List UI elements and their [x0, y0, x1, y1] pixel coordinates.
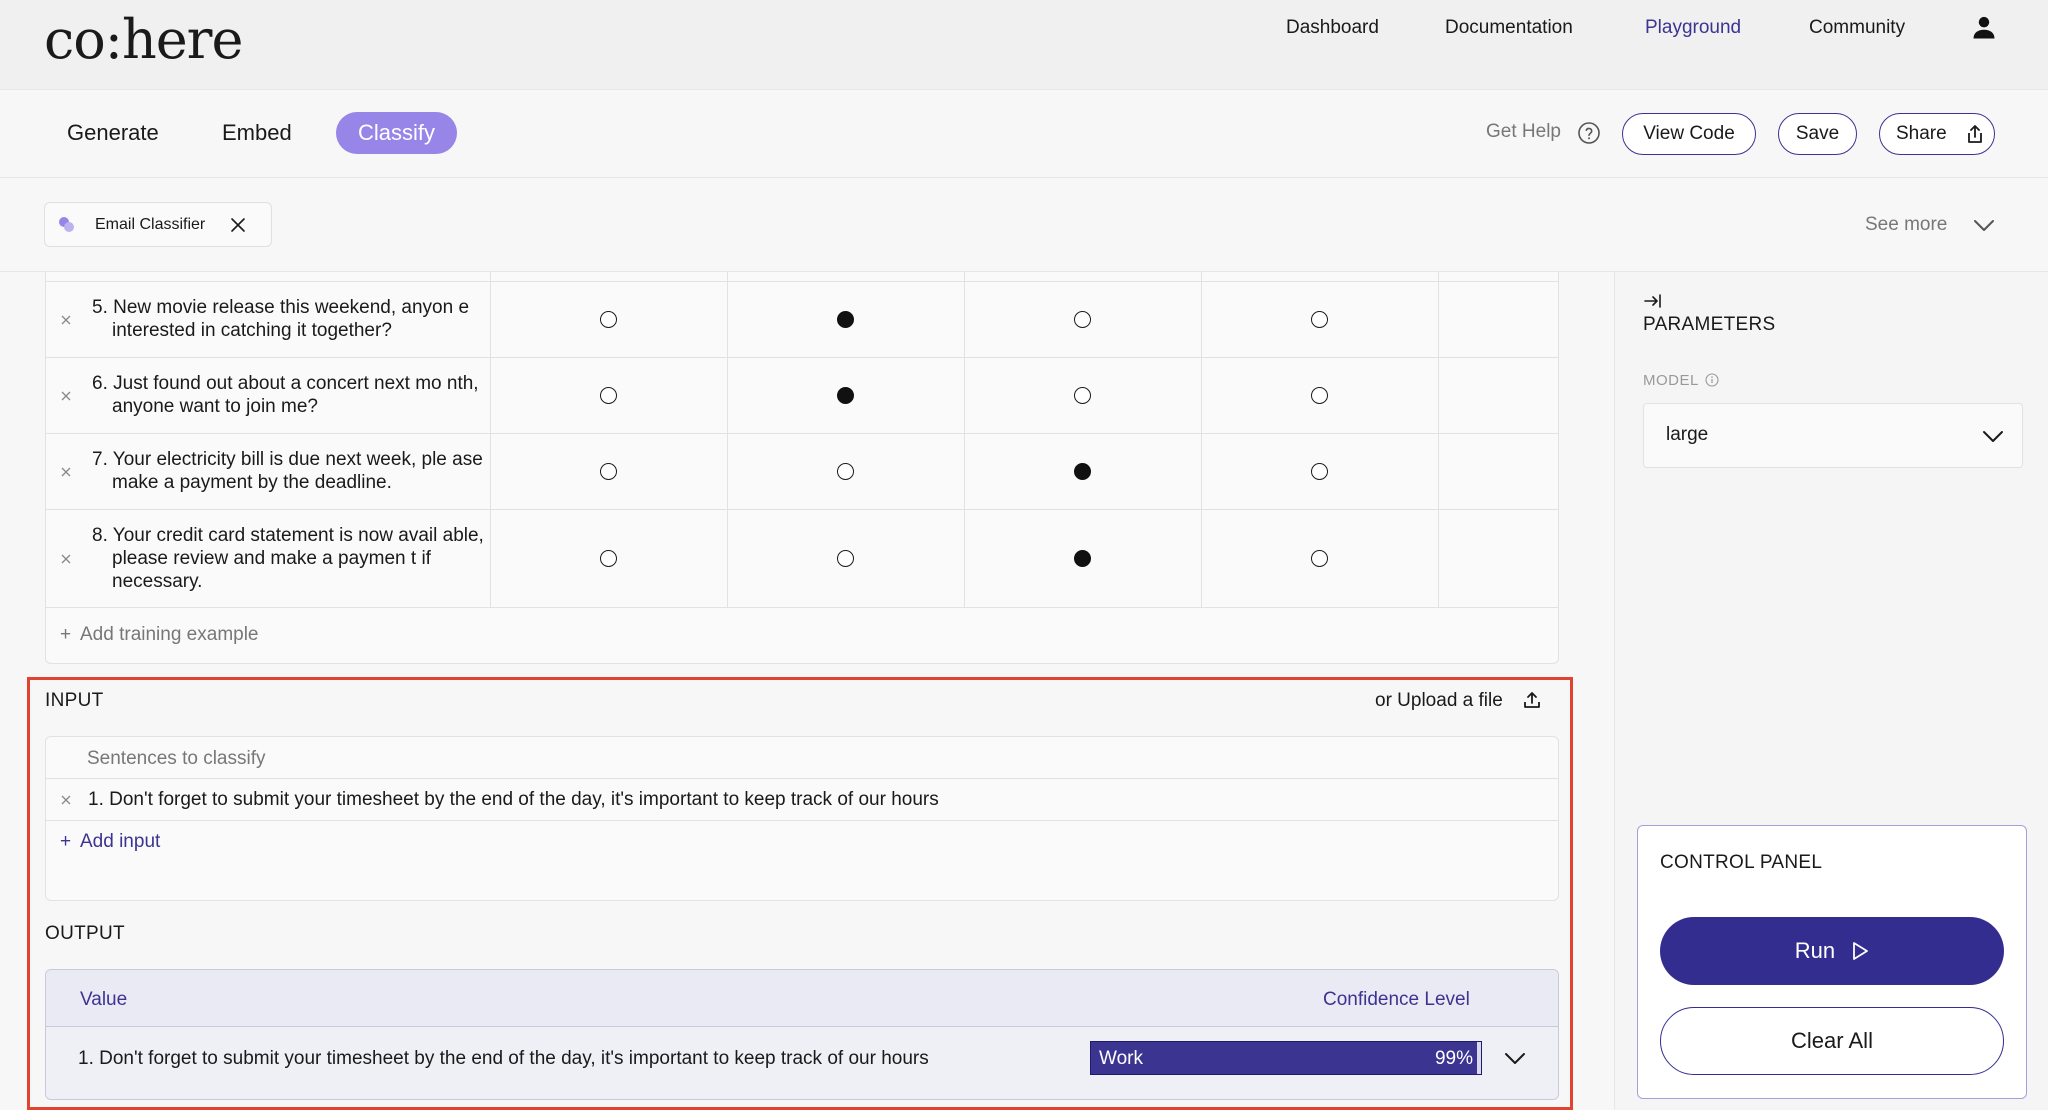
remove-x-icon[interactable]: [60, 390, 72, 402]
remove-x-icon[interactable]: [60, 794, 72, 806]
label-radio[interactable]: [1311, 311, 1328, 328]
view-code-button[interactable]: View Code: [1622, 113, 1756, 155]
chevron-down-icon: [1983, 431, 2003, 442]
add-input-button[interactable]: + Add input: [60, 831, 160, 853]
output-table: Value Confidence Level 1. Don't forget t…: [45, 969, 1559, 1100]
confidence-bar: Work 99%: [1090, 1041, 1482, 1075]
collapse-panel-icon[interactable]: [1643, 292, 1663, 310]
plus-icon: +: [60, 624, 72, 645]
remove-x-icon[interactable]: [60, 466, 72, 478]
chevron-down-icon[interactable]: [1972, 214, 1996, 236]
model-select[interactable]: large: [1643, 403, 2023, 468]
upload-icon[interactable]: [1522, 690, 1542, 710]
example-text[interactable]: 7. Your electricity bill is due next wee…: [88, 448, 488, 494]
user-icon[interactable]: [1970, 14, 1998, 42]
nav-link-dashboard[interactable]: Dashboard: [1286, 17, 1379, 39]
input-sentence[interactable]: 1. Don't forget to submit your timesheet…: [88, 789, 939, 811]
output-value: 1. Don't forget to submit your timesheet…: [78, 1048, 929, 1069]
predicted-label: Work: [1099, 1048, 1143, 1069]
input-section-label: INPUT: [45, 690, 104, 711]
share-button-label: Share: [1896, 123, 1947, 144]
label-radio[interactable]: [1074, 550, 1091, 567]
see-more-link[interactable]: See more: [1865, 214, 1947, 236]
classify-workspace: 5. New movie release this weekend, anyon…: [0, 272, 1614, 1110]
confidence-bar-fill: [1091, 1042, 1478, 1074]
label-radio[interactable]: [1311, 463, 1328, 480]
nav-link-community[interactable]: Community: [1809, 17, 1905, 39]
control-panel: CONTROL PANEL Run Clear All: [1637, 825, 2027, 1099]
info-icon[interactable]: [1705, 373, 1719, 387]
label-radio[interactable]: [837, 311, 854, 328]
label-radio[interactable]: [1074, 387, 1091, 404]
nav-link-documentation[interactable]: Documentation: [1445, 17, 1573, 39]
get-help-link[interactable]: Get Help: [1486, 121, 1561, 143]
label-radio[interactable]: [1074, 463, 1091, 480]
label-radio[interactable]: [600, 311, 617, 328]
output-row: 1. Don't forget to submit your timesheet…: [46, 1027, 1558, 1099]
play-icon: [1853, 942, 1869, 960]
add-training-example-label: Add training example: [80, 624, 259, 645]
preset-name: Email Classifier: [95, 216, 206, 233]
parameters-title: PARAMETERS: [1643, 314, 1776, 335]
input-header: Sentences to classify: [46, 737, 1558, 779]
add-input-label: Add input: [80, 831, 161, 852]
tab-embed[interactable]: Embed: [200, 112, 314, 154]
preset-chip[interactable]: Email Classifier: [44, 202, 272, 247]
table-row-partial: [46, 272, 1558, 282]
training-examples-table: 5. New movie release this weekend, anyon…: [45, 272, 1559, 664]
output-col-value: Value: [80, 989, 128, 1010]
run-button-label: Run: [1794, 938, 1836, 963]
help-circle-icon[interactable]: [1577, 121, 1601, 145]
cohere-logo[interactable]: co:here: [44, 8, 243, 71]
tab-classify[interactable]: Classify: [336, 112, 458, 154]
plus-icon: +: [60, 831, 72, 852]
example-text[interactable]: 6. Just found out about a concert next m…: [88, 372, 488, 418]
chevron-down-icon[interactable]: [1503, 1048, 1527, 1068]
label-radio[interactable]: [1311, 550, 1328, 567]
save-button[interactable]: Save: [1778, 113, 1857, 155]
label-radio[interactable]: [837, 463, 854, 480]
output-header: Value Confidence Level: [46, 970, 1558, 1027]
run-button[interactable]: Run: [1660, 917, 2004, 985]
label-radio[interactable]: [1074, 311, 1091, 328]
close-icon[interactable]: [229, 216, 247, 234]
input-header-label: Sentences to classify: [87, 748, 266, 769]
label-radio[interactable]: [600, 463, 617, 480]
output-section-label: OUTPUT: [45, 923, 125, 944]
label-radio[interactable]: [600, 550, 617, 567]
table-row: 5. New movie release this weekend, anyon…: [46, 282, 1558, 358]
parameters-sidebar: PARAMETERS MODEL large CONTROL PANEL Run…: [1614, 272, 2048, 1110]
add-training-example-button[interactable]: + Add training example: [60, 624, 259, 646]
preset-icon: [59, 217, 74, 232]
input-row: 1. Don't forget to submit your timesheet…: [46, 779, 1558, 821]
label-radio[interactable]: [837, 387, 854, 404]
nav-link-playground[interactable]: Playground: [1645, 17, 1741, 39]
clear-all-button[interactable]: Clear All: [1660, 1007, 2004, 1075]
control-panel-title: CONTROL PANEL: [1660, 852, 1823, 873]
label-radio[interactable]: [1311, 387, 1328, 404]
table-row: 7. Your electricity bill is due next wee…: [46, 434, 1558, 510]
example-text[interactable]: 5. New movie release this weekend, anyon…: [88, 296, 488, 342]
remove-x-icon[interactable]: [60, 314, 72, 326]
remove-x-icon[interactable]: [60, 553, 72, 565]
preset-bar: Email Classifier See more: [0, 178, 2048, 272]
input-sentences-box: Sentences to classify 1. Don't forget to…: [45, 736, 1559, 901]
output-col-confidence: Confidence Level: [1323, 989, 1470, 1010]
table-row: 8. Your credit card statement is now ava…: [46, 510, 1558, 608]
tab-generate[interactable]: Generate: [45, 112, 181, 154]
top-navigation: co:here Dashboard Documentation Playgrou…: [0, 0, 2048, 90]
example-text[interactable]: 8. Your credit card statement is now ava…: [88, 524, 488, 593]
table-row: 6. Just found out about a concert next m…: [46, 358, 1558, 434]
confidence-percent: 99%: [1434, 1048, 1473, 1069]
upload-file-link[interactable]: or Upload a file: [1375, 690, 1503, 712]
mode-tab-bar: Generate Embed Classify Get Help View Co…: [0, 90, 2048, 178]
share-button[interactable]: Share: [1879, 113, 1995, 155]
label-radio[interactable]: [837, 550, 854, 567]
model-select-value: large: [1666, 424, 1709, 445]
model-label: MODEL: [1643, 372, 1699, 389]
label-radio[interactable]: [600, 387, 617, 404]
share-icon: [1968, 125, 1982, 143]
